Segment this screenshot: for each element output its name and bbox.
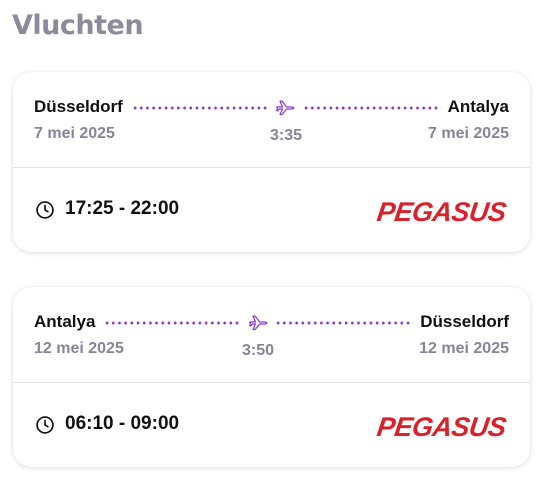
route-line-right (275, 321, 413, 325)
airplane-icon (276, 100, 295, 116)
svg-text:PEGASUS: PEGASUS (375, 411, 508, 441)
arrival-date: 7 mei 2025 (428, 125, 509, 142)
airplane-icon (249, 315, 268, 331)
route-line-left (132, 106, 270, 110)
departure-city: Antalya (34, 312, 96, 331)
route-line-left (104, 321, 242, 325)
pegasus-logo: PEGASUS (375, 411, 508, 441)
svg-text:PEGASUS: PEGASUS (375, 196, 508, 226)
arrival-city: Antalya (447, 97, 509, 116)
flight-card-return[interactable]: Antalya Düsseldorf 12 mei 2025 3:50 12 m… (13, 287, 530, 467)
clock-icon (36, 416, 54, 434)
flight-card-outbound[interactable]: Düsseldorf Antalya 7 mei 2025 3:35 7 mei… (13, 72, 530, 252)
flight-time-row: 06:10 - 09:00 PEGASUS (13, 383, 530, 467)
flight-route: Antalya Düsseldorf 12 mei 2025 3:50 12 m… (13, 287, 530, 383)
flight-route: Düsseldorf Antalya 7 mei 2025 3:35 7 mei… (13, 72, 530, 168)
flight-time-range: 06:10 - 09:00 (65, 413, 180, 434)
clock-icon (36, 201, 54, 219)
arrival-date: 12 mei 2025 (419, 340, 509, 357)
flight-time-range: 17:25 - 22:00 (65, 198, 180, 219)
route-line-right (303, 106, 441, 110)
section-title: Vluchten (12, 10, 144, 41)
flight-duration: 3:50 (241, 342, 275, 359)
departure-date: 12 mei 2025 (34, 340, 124, 357)
departure-date: 7 mei 2025 (34, 125, 115, 142)
pegasus-logo: PEGASUS (375, 196, 508, 226)
flight-duration: 3:35 (269, 127, 303, 144)
flight-time-row: 17:25 - 22:00 PEGASUS (13, 168, 530, 252)
arrival-city: Düsseldorf (420, 312, 509, 331)
departure-city: Düsseldorf (34, 97, 123, 116)
